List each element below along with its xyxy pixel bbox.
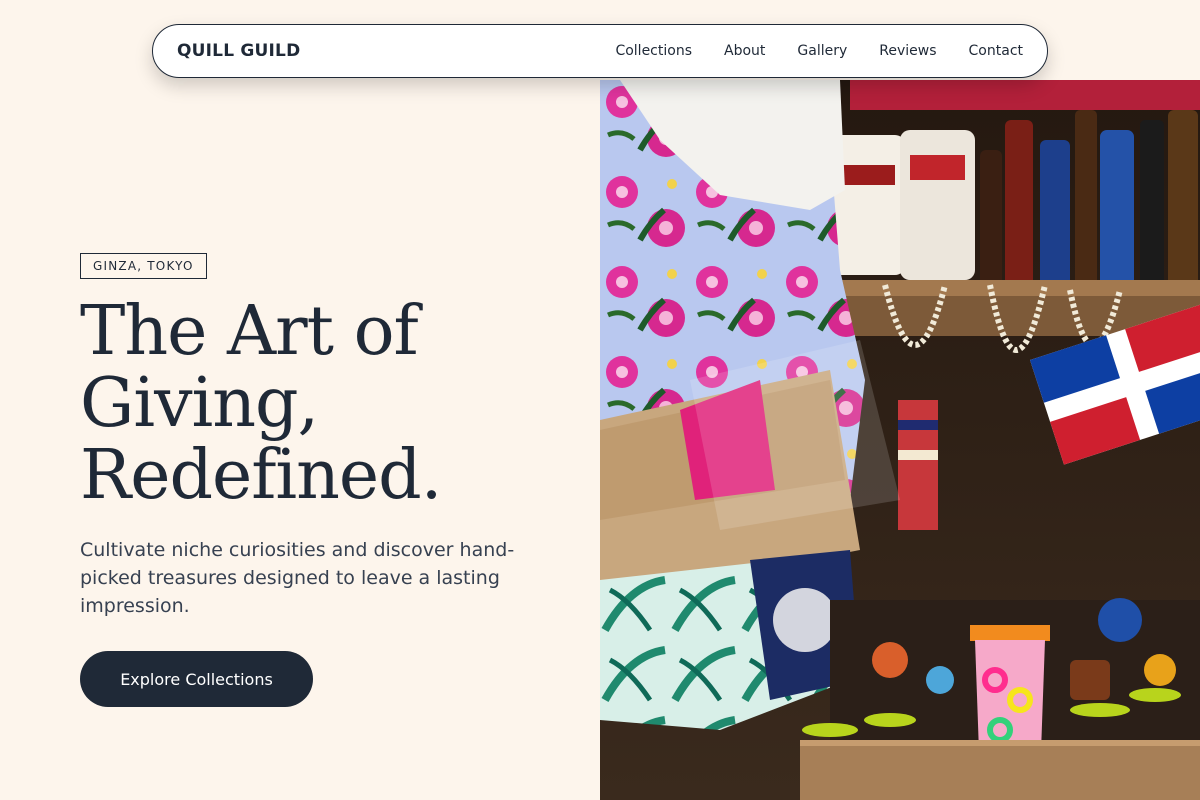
nav-link-reviews[interactable]: Reviews [879, 43, 936, 59]
nav-links: Collections About Gallery Reviews Contac… [615, 43, 1023, 59]
location-badge: GINZA, TOKYO [80, 253, 207, 279]
explore-collections-button[interactable]: Explore Collections [80, 651, 313, 707]
headline-line-2: Giving, [80, 364, 319, 443]
headline-line-1: The Art of [80, 292, 419, 371]
top-nav: QUILL GUILD Collections About Gallery Re… [152, 24, 1048, 78]
nav-link-collections[interactable]: Collections [615, 43, 692, 59]
hero-subheading: Cultivate niche curiosities and discover… [80, 539, 515, 617]
nav-link-about[interactable]: About [724, 43, 765, 59]
hero-headline: The Art of Giving, Redefined. [80, 296, 560, 512]
hero-image [600, 80, 1200, 800]
nav-link-contact[interactable]: Contact [969, 43, 1023, 59]
brand-logo[interactable]: QUILL GUILD [177, 41, 300, 61]
nav-link-gallery[interactable]: Gallery [797, 43, 847, 59]
headline-line-3: Redefined. [80, 436, 442, 515]
